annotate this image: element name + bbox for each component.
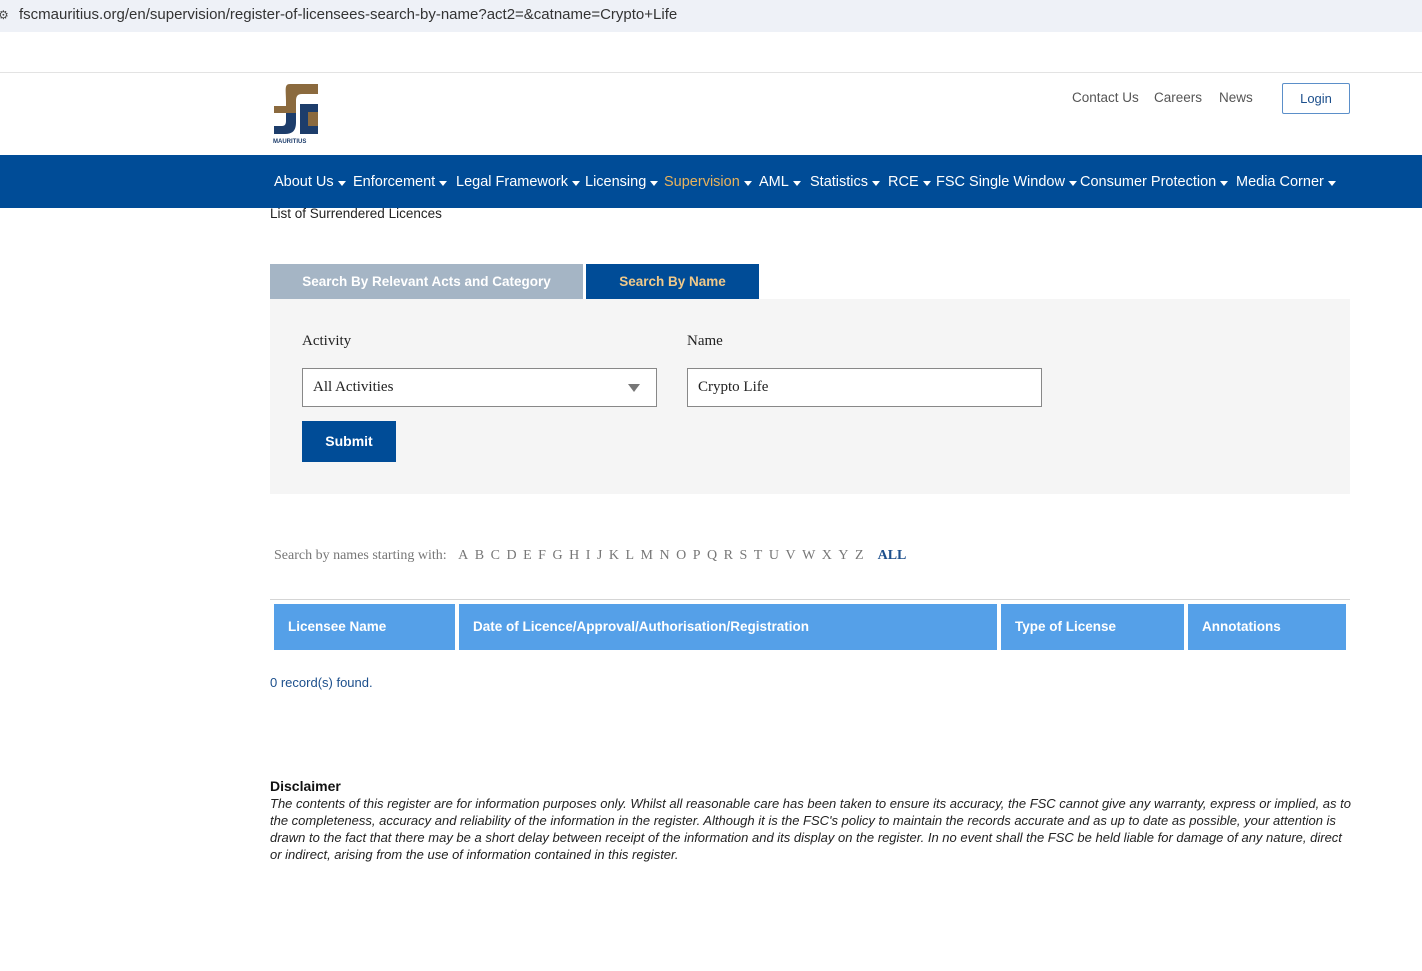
nav-label: AML: [759, 174, 789, 190]
nav-aml[interactable]: AML: [759, 174, 801, 190]
nav-supervision[interactable]: Supervision: [664, 174, 752, 190]
disclaimer-text: The contents of this register are for in…: [270, 796, 1351, 862]
caret-down-icon: [792, 180, 801, 186]
col-header-annotations[interactable]: Annotations: [1188, 604, 1346, 650]
letter-link-v[interactable]: V: [785, 548, 795, 564]
table-top-border: [270, 599, 1350, 600]
browser-url-bar[interactable]: ⚙ fscmauritius.org/en/supervision/regist…: [0, 0, 1422, 32]
letter-link-i[interactable]: I: [586, 548, 591, 564]
site-settings-icon[interactable]: ⚙: [0, 8, 10, 22]
header-divider: [0, 72, 1422, 73]
caret-down-icon: [872, 180, 881, 186]
name-input[interactable]: Crypto Life: [687, 368, 1042, 407]
caret-down-icon: [337, 180, 346, 186]
contact-us-link[interactable]: Contact Us: [1072, 90, 1139, 106]
letter-link-r[interactable]: R: [724, 548, 733, 564]
letter-link-a[interactable]: A: [458, 548, 468, 564]
nav-label: FSC Single Window: [936, 174, 1065, 190]
fsc-logo-icon: MAURITIUS: [273, 84, 318, 145]
letter-link-m[interactable]: M: [641, 548, 653, 564]
nav-enforcement[interactable]: Enforcement: [353, 174, 448, 190]
news-link[interactable]: News: [1219, 90, 1253, 106]
col-header-date[interactable]: Date of Licence/Approval/Authorisation/R…: [459, 604, 997, 650]
caret-down-icon: [1327, 180, 1336, 186]
letter-link-t[interactable]: T: [754, 548, 763, 564]
letter-link-k[interactable]: K: [609, 548, 619, 564]
alphabet-label: Search by names starting with:: [274, 548, 447, 563]
nav-legal-framework[interactable]: Legal Framework: [456, 174, 581, 190]
nav-fsc-single-window[interactable]: FSC Single Window: [936, 174, 1077, 190]
careers-link[interactable]: Careers: [1154, 90, 1202, 106]
nav-licensing[interactable]: Licensing: [585, 174, 659, 190]
nav-label: Legal Framework: [456, 174, 569, 190]
breadcrumb[interactable]: List of Surrendered Licences: [270, 206, 442, 221]
dropdown-arrow-icon: [628, 384, 640, 392]
nav-label: Supervision: [664, 174, 740, 190]
letter-link-c[interactable]: C: [491, 548, 500, 564]
letter-link-u[interactable]: U: [769, 548, 779, 564]
letter-link-s[interactable]: S: [739, 548, 747, 564]
nav-rce[interactable]: RCE: [888, 174, 931, 190]
caret-down-icon: [572, 180, 581, 186]
caret-down-icon: [743, 180, 752, 186]
name-input-value: Crypto Life: [698, 379, 769, 395]
disclaimer-title: Disclaimer: [270, 778, 341, 794]
tab-search-by-name[interactable]: Search By Name: [586, 264, 759, 299]
letter-link-f[interactable]: F: [538, 548, 546, 564]
tab-search-by-acts[interactable]: Search By Relevant Acts and Category: [270, 264, 583, 299]
nav-label: About Us: [274, 174, 334, 190]
caret-down-icon: [1220, 180, 1229, 186]
letter-all-link[interactable]: ALL: [878, 548, 907, 563]
letter-link-o[interactable]: O: [676, 548, 686, 564]
activity-selected-value: All Activities: [313, 379, 394, 395]
nav-about-us[interactable]: About Us: [274, 174, 346, 190]
letter-link-h[interactable]: H: [569, 548, 579, 564]
activity-select[interactable]: All Activities: [302, 368, 657, 407]
letter-link-y[interactable]: Y: [838, 548, 848, 564]
letter-link-n[interactable]: N: [659, 548, 669, 564]
submit-button[interactable]: Submit: [302, 421, 396, 462]
letter-link-e[interactable]: E: [523, 548, 532, 564]
nav-statistics[interactable]: Statistics: [810, 174, 881, 190]
caret-down-icon: [922, 180, 931, 186]
col-header-type[interactable]: Type of License: [1001, 604, 1184, 650]
alphabet-filter: Search by names starting with: ABCDEFGHI…: [274, 548, 906, 564]
nav-label: RCE: [888, 174, 919, 190]
nav-label: Enforcement: [353, 174, 436, 190]
caret-down-icon: [439, 180, 448, 186]
letter-link-p[interactable]: P: [693, 548, 701, 564]
url-text[interactable]: fscmauritius.org/en/supervision/register…: [19, 6, 677, 24]
letter-link-j[interactable]: J: [597, 548, 602, 564]
col-header-licensee-name[interactable]: Licensee Name: [274, 604, 455, 650]
caret-down-icon: [650, 180, 659, 186]
letter-link-z[interactable]: Z: [855, 548, 864, 564]
letter-link-q[interactable]: Q: [707, 548, 717, 564]
nav-media-corner[interactable]: Media Corner: [1236, 174, 1336, 190]
main-nav: About Us Enforcement Legal Framework Lic…: [0, 155, 1422, 208]
alphabet-letters: ABCDEFGHIJKLMNOPQRSTUVWXYZ: [458, 548, 870, 563]
name-label: Name: [687, 333, 723, 349]
letter-link-g[interactable]: G: [552, 548, 562, 564]
nav-label: Statistics: [810, 174, 869, 190]
nav-label: Consumer Protection: [1080, 174, 1217, 190]
nav-label: Licensing: [585, 174, 647, 190]
letter-link-l[interactable]: L: [625, 548, 634, 564]
records-count: 0 record(s) found.: [270, 675, 373, 690]
login-button[interactable]: Login: [1282, 83, 1350, 114]
nav-consumer-protection[interactable]: Consumer Protection: [1080, 174, 1229, 190]
letter-link-x[interactable]: X: [822, 548, 832, 564]
fsc-logo[interactable]: MAURITIUS: [272, 82, 322, 146]
letter-link-w[interactable]: W: [802, 548, 815, 564]
caret-down-icon: [1068, 180, 1077, 186]
letter-link-d[interactable]: D: [506, 548, 516, 564]
letter-link-b[interactable]: B: [475, 548, 484, 564]
nav-label: Media Corner: [1236, 174, 1324, 190]
activity-label: Activity: [302, 333, 352, 349]
svg-text:MAURITIUS: MAURITIUS: [273, 139, 306, 145]
